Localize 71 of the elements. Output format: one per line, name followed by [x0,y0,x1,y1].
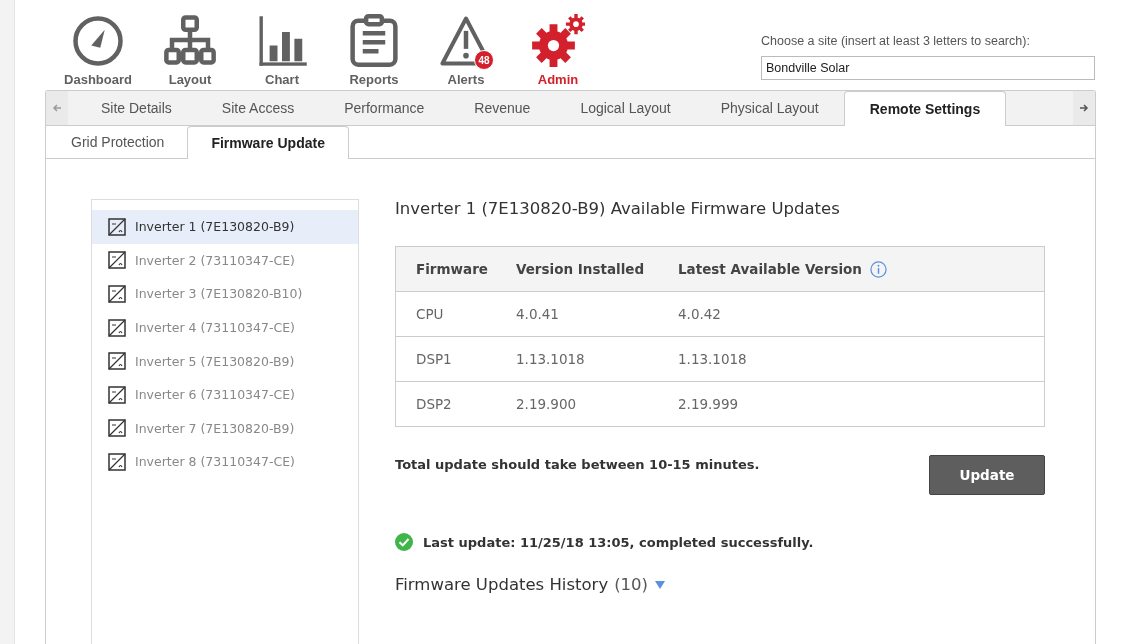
table-cell: DSP1 [416,351,452,367]
inverter-label: Inverter 8 (73110347-CE) [135,454,295,470]
success-check-icon [395,533,413,551]
inverter-label: Inverter 4 (73110347-CE) [135,320,295,336]
inverter-item[interactable]: Inverter 8 (73110347-CE) [92,445,358,479]
last-update-status: Last update: 11/25/18 13:05, completed successfully. [423,534,814,550]
nav-item[interactable]: Chart [236,14,328,90]
table-cell: DSP2 [416,396,452,412]
nav-item[interactable]: Dashboard [52,14,144,90]
inverter-icon [108,217,126,236]
duration-note: Total update should take between 10-15 minutes. [395,457,760,474]
gears-icon [531,14,585,68]
scroll-right-button[interactable] [1073,91,1095,125]
inverter-item[interactable]: Inverter 5 (7E130820-B9) [92,344,358,378]
tab[interactable]: Revenue [449,91,556,125]
clipboard-icon [347,14,401,68]
nav-item[interactable]: Layout [144,14,236,90]
site-search-field[interactable]: Bondville Solar [761,56,1095,80]
nav-item[interactable]: Reports [328,14,420,90]
inverter-label: Inverter 5 (7E130820-B9) [135,353,295,369]
scroll-left-button[interactable] [46,91,68,125]
alert-count-badge: 48 [474,50,494,70]
inverter-label: Inverter 1 (7E130820-B9) [135,219,295,235]
inverter-item[interactable]: Inverter 7 (7E130820-B9) [92,411,358,446]
tab[interactable]: Physical Layout [695,91,844,125]
inverter-icon [108,285,126,303]
tab[interactable]: Remote Settings [843,91,1007,126]
inverter-icon [108,452,126,471]
table-cell: 2.19.999 [678,396,739,412]
tab[interactable]: Site Access [196,91,320,125]
table-cell: CPU [416,306,444,322]
table-cell: 2.19.900 [516,396,577,412]
table-cell: 4.0.42 [678,306,721,322]
section-title: Inverter 1 (7E130820-B9) Available Firmware Updates [395,199,841,218]
inverter-icon [108,352,126,371]
history-count: (10) [614,575,649,594]
column-header: Version Installed [516,261,645,277]
update-button[interactable]: Update [929,455,1045,495]
sub-tab[interactable]: Grid Protection [48,126,188,158]
column-header: Latest Available Version [678,261,862,277]
inverter-item[interactable]: Inverter 2 (73110347-CE) [92,243,358,278]
nav-item[interactable]: Admin [512,14,604,90]
inverter-icon [108,385,126,404]
inverter-label: Inverter 7 (7E130820-B9) [135,420,295,436]
tab[interactable]: Site Details [76,91,197,125]
inverter-label: Inverter 2 (73110347-CE) [135,252,295,268]
inverter-label: Inverter 6 (73110347-CE) [135,387,295,403]
inverter-item[interactable]: Inverter 1 (7E130820-B9) [92,210,358,244]
inverter-label: Inverter 3 (7E130820-B10) [135,286,303,302]
expand-toggle-icon[interactable] [654,579,667,590]
inverter-item[interactable]: Inverter 6 (73110347-CE) [92,377,358,412]
table-cell: 1.13.1018 [516,351,585,367]
inverter-item[interactable]: Inverter 3 (7E130820-B10) [92,277,358,311]
site-search-label: Choose a site (insert at least 3 letters to search): [761,34,1031,48]
sub-tab[interactable]: Firmware Update [187,126,349,159]
gauge-icon [71,14,125,68]
table-cell: 1.13.1018 [678,351,747,367]
inverter-item[interactable]: Inverter 4 (73110347-CE) [92,310,358,345]
hierarchy-icon [163,14,217,68]
right-arrow-icon [1079,103,1089,113]
table-cell: 4.0.41 [516,306,559,322]
inverter-icon [108,419,126,438]
tab[interactable]: Logical Layout [555,91,696,125]
column-header: Firmware [416,261,488,277]
info-icon[interactable] [870,260,887,278]
history-title: Firmware Updates History [395,575,609,594]
inverter-icon [108,318,126,337]
tab[interactable]: Performance [319,91,450,125]
inverter-icon [108,251,126,270]
nav-item[interactable]: Alerts 48 [420,14,512,90]
left-arrow-icon [52,103,62,113]
